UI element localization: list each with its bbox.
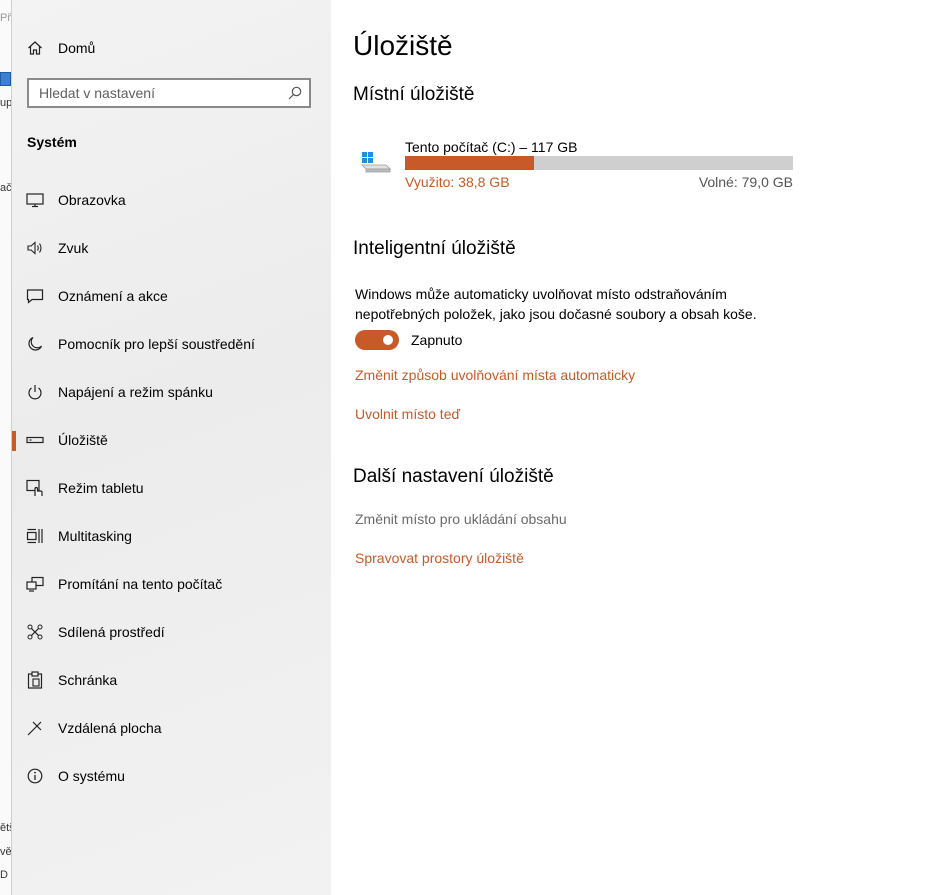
search-icon[interactable] — [287, 85, 303, 101]
settings-sidebar: Domů Systém Obrazovka Zvuk Oznámení a ak… — [12, 0, 331, 895]
settings-search-box[interactable] — [27, 78, 311, 108]
sidebar-item-label: O systému — [58, 768, 125, 784]
sidebar-item-label: Promítání na tento počítač — [58, 576, 223, 592]
change-save-location-link[interactable]: Změnit místo pro ukládání obsahu — [355, 511, 567, 527]
sidebar-item-focus-assist[interactable]: Pomocník pro lepší soustředění — [12, 324, 331, 364]
sidebar-item-clipboard[interactable]: Schránka — [12, 660, 331, 700]
drive-icon — [359, 148, 393, 174]
sidebar-item-label: Úložiště — [58, 432, 108, 448]
manage-storage-spaces-link[interactable]: Spravovat prostory úložiště — [355, 550, 524, 566]
shared-experiences-icon — [26, 623, 44, 641]
moon-icon — [26, 335, 44, 353]
sidebar-item-label: Obrazovka — [58, 192, 126, 208]
background-text: up — [0, 97, 12, 109]
sidebar-item-remote-desktop[interactable]: Vzdálená plocha — [12, 708, 331, 748]
free-space-label: Volné: 79,0 GB — [698, 174, 793, 190]
background-text: D — [0, 869, 8, 881]
sidebar-item-label: Domů — [58, 40, 96, 56]
storage-usage-bar — [405, 156, 793, 170]
more-storage-settings-heading: Další nastavení úložiště — [353, 466, 554, 487]
sidebar-item-home[interactable]: Domů — [12, 28, 331, 68]
home-icon — [26, 39, 44, 57]
search-input[interactable] — [29, 80, 289, 106]
sidebar-item-sound[interactable]: Zvuk — [12, 228, 331, 268]
speaker-icon — [26, 239, 44, 257]
sidebar-item-label: Oznámení a akce — [58, 288, 168, 304]
page-title: Úložiště — [353, 30, 453, 61]
clipboard-icon — [26, 671, 44, 689]
power-icon — [26, 383, 44, 401]
local-storage-heading: Místní úložiště — [353, 84, 475, 105]
background-text: ač — [0, 182, 12, 194]
sidebar-section-title: Systém — [27, 134, 77, 150]
background-text: Př — [0, 12, 11, 24]
projecting-icon — [26, 575, 44, 593]
notification-icon — [26, 287, 44, 305]
sidebar-item-tablet-mode[interactable]: Režim tabletu — [12, 468, 331, 508]
sidebar-item-label: Zvuk — [58, 240, 89, 256]
sidebar-item-label: Schránka — [58, 672, 118, 688]
sidebar-item-power-sleep[interactable]: Napájení a režim spánku — [12, 372, 331, 412]
background-text: ětš — [0, 822, 11, 834]
storage-sense-heading: Inteligentní úložiště — [353, 238, 516, 259]
storage-sense-description: Windows může automaticky uvolňovat místo… — [355, 286, 757, 322]
sidebar-item-shared-experiences[interactable]: Sdílená prostředí — [12, 612, 331, 652]
monitor-icon — [26, 191, 44, 209]
sidebar-item-notifications[interactable]: Oznámení a akce — [12, 276, 331, 316]
background-text: vě — [0, 846, 12, 858]
sidebar-item-label: Multitasking — [58, 528, 132, 544]
background-window-edge: Př up ač ětš vě D — [0, 0, 12, 895]
sidebar-item-label: Vzdálená plocha — [58, 720, 162, 736]
sidebar-item-label: Napájení a režim spánku — [58, 384, 213, 400]
sidebar-item-projecting[interactable]: Promítání na tento počítač — [12, 564, 331, 604]
sidebar-item-display[interactable]: Obrazovka — [12, 180, 331, 220]
sidebar-item-label: Sdílená prostředí — [58, 624, 165, 640]
tablet-mode-icon — [26, 479, 44, 497]
background-window-icon — [0, 72, 11, 86]
storage-usage-bar-fill — [405, 156, 534, 170]
used-space-label: Využito: 38,8 GB — [405, 174, 510, 190]
toggle-state-label: Zapnuto — [411, 332, 463, 348]
sidebar-item-about[interactable]: O systému — [12, 756, 331, 796]
sidebar-item-label: Pomocník pro lepší soustředění — [58, 336, 255, 352]
remote-desktop-icon — [26, 719, 44, 737]
info-icon — [26, 767, 44, 785]
storage-icon — [26, 431, 44, 449]
storage-settings-page: Úložiště Místní úložiště Tento počítač (… — [331, 0, 929, 895]
drive-name: Tento počítač (C:) – 117 GB — [405, 139, 578, 155]
multitasking-icon — [26, 527, 44, 545]
sidebar-item-storage[interactable]: Úložiště — [12, 420, 331, 460]
toggle-knob — [383, 335, 393, 345]
storage-sense-toggle[interactable] — [355, 330, 399, 350]
sidebar-item-label: Režim tabletu — [58, 480, 144, 496]
configure-storage-sense-link[interactable]: Změnit způsob uvolňování místa automatic… — [355, 367, 635, 383]
free-up-space-now-link[interactable]: Uvolnit místo teď — [355, 406, 460, 422]
sidebar-item-multitasking[interactable]: Multitasking — [12, 516, 331, 556]
